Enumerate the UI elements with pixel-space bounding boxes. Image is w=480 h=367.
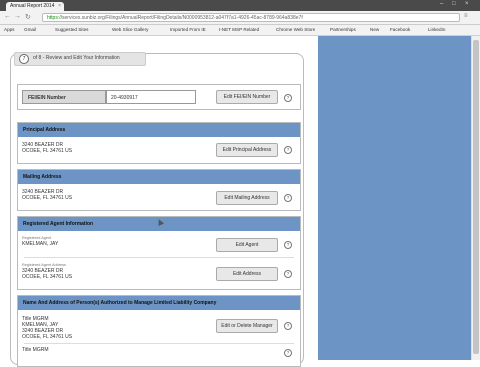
manager-help-icon[interactable]: ? xyxy=(284,322,292,330)
reload-icon[interactable]: ↻ xyxy=(25,13,31,21)
bookmarks-bar: Apps Gmail Suggested Sites Web Slice Gal… xyxy=(0,25,480,36)
agent-address-block: Registered Agent Address 3240 BEAZER DR … xyxy=(22,262,72,280)
back-icon[interactable]: ← xyxy=(4,13,11,20)
manager-divider xyxy=(24,343,294,344)
agent-help-icon[interactable]: ? xyxy=(284,241,292,249)
edit-mailing-address-button[interactable]: Edit Mailing Address xyxy=(216,191,278,205)
url-bar-row: ← → ↻ https://services.sunbiz.org/Filing… xyxy=(0,11,480,25)
principal-help-icon[interactable]: ? xyxy=(284,146,292,154)
browser-tab[interactable]: Annual Report 2014 × xyxy=(6,2,64,11)
fein-label: FEI/EIN Number xyxy=(22,90,106,104)
tab-title: Annual Report 2014 xyxy=(10,3,55,9)
edit-principal-address-button[interactable]: Edit Principal Address xyxy=(216,143,278,157)
tab-close-icon[interactable]: × xyxy=(58,2,61,11)
manager-1-block: Title MGRM KMELMAN, JAY 3240 BEAZER DR O… xyxy=(22,316,72,340)
manager-2-block: Title MGRM xyxy=(22,347,48,353)
bookmark-linkedin[interactable]: LinkedIn xyxy=(428,26,445,34)
fein-value: 20-4930917 xyxy=(106,90,196,104)
step-indicator: 7 of 8 - Review and Edit Your Informatio… xyxy=(14,52,146,66)
bookmark-new[interactable]: New xyxy=(370,26,379,34)
agent-name: KMELMAN, JAY xyxy=(22,241,59,247)
right-panel xyxy=(318,36,471,360)
fein-help-icon[interactable]: ? xyxy=(284,94,292,102)
url-scheme: https:// xyxy=(47,15,63,21)
mailing-address-section: Mailing Address 3240 BEAZER DR OCOEE, FL… xyxy=(17,169,301,211)
bookmark-partnerships[interactable]: Partnerships xyxy=(330,26,356,34)
forward-icon[interactable]: → xyxy=(14,13,21,20)
registered-agent-section: Registered Agent Information Registered … xyxy=(17,216,301,290)
principal-address-section: Principal Address 3240 BEAZER DR OCOEE, … xyxy=(17,122,301,164)
fein-section: FEI/EIN Number 20-4930917 Edit FEI/EIN N… xyxy=(17,84,301,110)
principal-line2: OCOEE, FL 34761 US xyxy=(22,148,73,154)
agent-divider xyxy=(24,257,294,258)
step-text: of 8 - Review and Edit Your Information xyxy=(33,55,120,61)
bookmark-imported-from-ie[interactable]: Imported From IE xyxy=(170,26,206,34)
agent-address-help-icon[interactable]: ? xyxy=(284,270,292,278)
principal-address-title: Principal Address xyxy=(18,123,300,137)
agent-line2: OCOEE, FL 34761 US xyxy=(22,274,73,280)
managers-section: Name And Address of Person(s) Authorized… xyxy=(17,295,301,367)
browser-title-bar: Annual Report 2014 × – □ × xyxy=(0,0,480,11)
mailing-address-title: Mailing Address xyxy=(18,170,300,184)
agent-name-block: Registered Agent KMELMAN, JAY xyxy=(22,235,58,247)
edit-or-delete-manager-button[interactable]: Edit or Delete Manager xyxy=(216,319,278,333)
maximize-icon[interactable]: □ xyxy=(452,1,456,7)
scrollbar[interactable] xyxy=(471,36,480,360)
manager-1-line2: OCOEE, FL 34761 US xyxy=(22,334,73,340)
manager-2-help-icon[interactable]: ? xyxy=(284,349,292,357)
principal-address-text: 3240 BEAZER DR OCOEE, FL 34761 US xyxy=(22,142,72,154)
managers-title: Name And Address of Person(s) Authorized… xyxy=(18,296,300,310)
mailing-address-text: 3240 BEAZER DR OCOEE, FL 34761 US xyxy=(22,189,72,201)
edit-agent-button[interactable]: Edit Agent xyxy=(216,238,278,252)
menu-icon[interactable]: ≡ xyxy=(464,13,468,19)
mailing-help-icon[interactable]: ? xyxy=(284,194,292,202)
page-content: 7 of 8 - Review and Edit Your Informatio… xyxy=(0,36,480,367)
mailing-line2: OCOEE, FL 34761 US xyxy=(22,195,73,201)
manager-2-title: Title MGRM xyxy=(22,347,49,353)
minimize-icon[interactable]: – xyxy=(440,1,443,7)
edit-fein-button[interactable]: Edit FEI/EIN Number xyxy=(216,90,278,104)
url-path: services.sunbiz.org/Filings/AnnualReport… xyxy=(62,15,303,21)
scrollbar-thumb[interactable] xyxy=(473,40,479,354)
close-window-icon[interactable]: × xyxy=(465,1,469,7)
address-bar[interactable]: https://services.sunbiz.org/Filings/Annu… xyxy=(42,13,460,22)
bookmark-inet-msp[interactable]: I-NET MSP Related xyxy=(219,26,259,34)
bookmark-web-slice-gallery[interactable]: Web Slice Gallery xyxy=(112,26,148,34)
bookmark-suggested-sites[interactable]: Suggested Sites xyxy=(55,26,88,34)
step-number: 7 xyxy=(19,54,29,64)
bookmark-gmail[interactable]: Gmail xyxy=(24,26,36,34)
bookmark-facebook[interactable]: Facebook xyxy=(390,26,410,34)
edit-agent-address-button[interactable]: Edit Address xyxy=(216,267,278,281)
bookmark-chrome-web-store[interactable]: Chrome Web Store xyxy=(276,26,315,34)
bookmark-apps[interactable]: Apps xyxy=(4,26,14,34)
